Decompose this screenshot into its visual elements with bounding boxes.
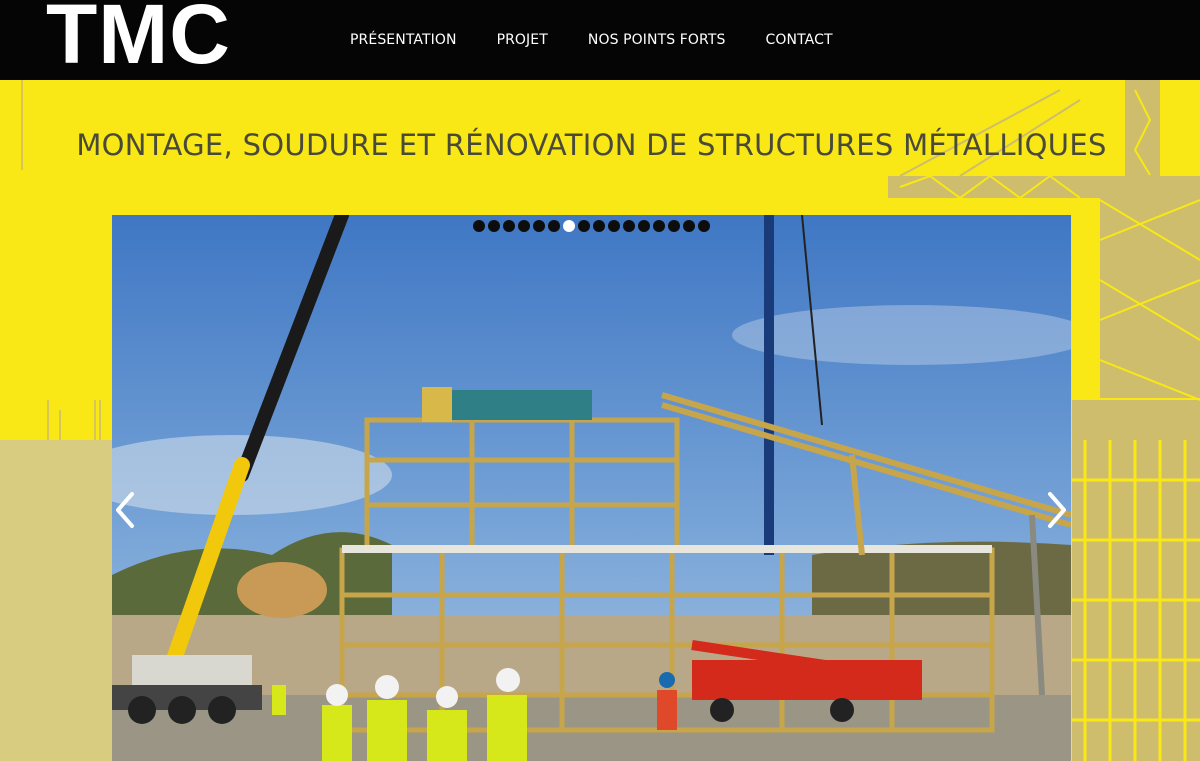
slider-dot[interactable]	[668, 220, 680, 232]
nav-nos-points-forts[interactable]: NOS POINTS FORTS	[588, 32, 726, 48]
slider-dot[interactable]	[488, 220, 500, 232]
slider-dot[interactable]	[593, 220, 605, 232]
slider-dot[interactable]	[518, 220, 530, 232]
slider-dot[interactable]	[548, 220, 560, 232]
nav-presentation[interactable]: PRÉSENTATION	[350, 32, 457, 48]
slider-dot[interactable]	[608, 220, 620, 232]
slide-image-construction-site	[112, 215, 1071, 761]
slider-dot[interactable]	[653, 220, 665, 232]
site-logo[interactable]: TMC	[46, 0, 231, 76]
slider-dot[interactable]	[683, 220, 695, 232]
chevron-right-icon[interactable]	[1044, 490, 1070, 530]
slider-dot[interactable]	[698, 220, 710, 232]
slider-dot[interactable]	[623, 220, 635, 232]
nav-projet[interactable]: PROJET	[497, 32, 548, 48]
slider-dot[interactable]	[533, 220, 545, 232]
nav-contact[interactable]: CONTACT	[766, 32, 833, 48]
page-title: MONTAGE, SOUDURE ET RÉNOVATION DE STRUCT…	[76, 128, 1107, 162]
slider-dot[interactable]	[563, 220, 575, 232]
slider-dot[interactable]	[578, 220, 590, 232]
site-header: TMC PRÉSENTATION PROJET NOS POINTS FORTS…	[0, 0, 1200, 80]
image-slider[interactable]	[112, 215, 1071, 761]
chevron-left-icon[interactable]	[112, 490, 138, 530]
slider-pagination	[473, 220, 710, 232]
slider-dot[interactable]	[638, 220, 650, 232]
slider-dot[interactable]	[503, 220, 515, 232]
slider-dot[interactable]	[473, 220, 485, 232]
main-nav: PRÉSENTATION PROJET NOS POINTS FORTS CON…	[330, 0, 853, 80]
